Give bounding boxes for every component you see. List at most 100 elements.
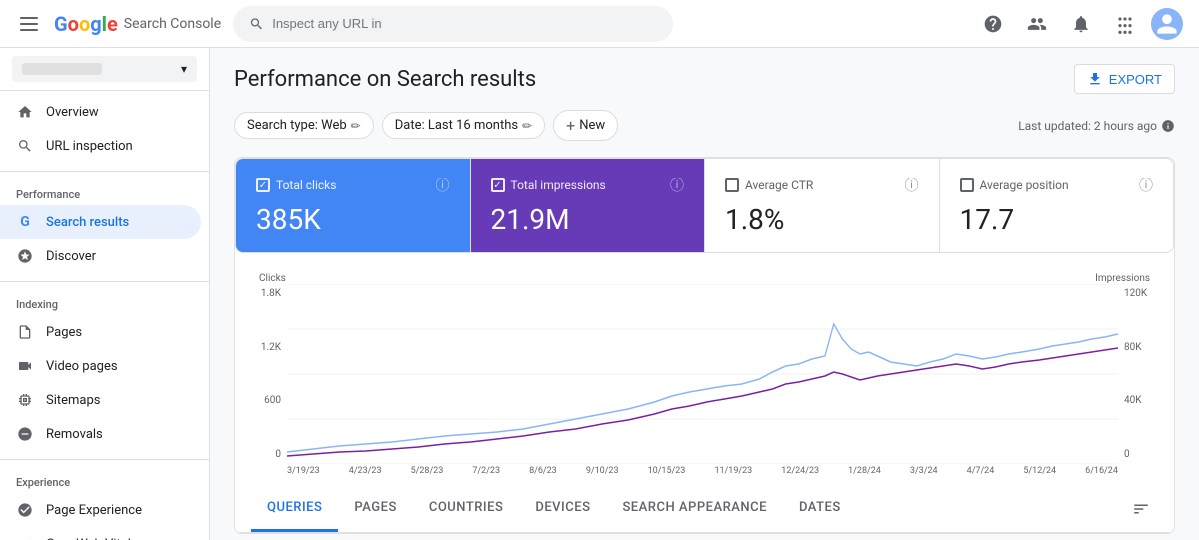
last-updated-text: Last updated: 2 hours ago (1018, 119, 1157, 133)
search-bar[interactable] (233, 6, 673, 42)
page-title: Performance on Search results (234, 67, 536, 92)
search-input[interactable] (272, 16, 657, 31)
main-layout: ▾ Overview URL inspection Performance G (0, 48, 1199, 540)
tab-devices[interactable]: DEVICES (519, 486, 606, 532)
checkbox-impressions (491, 178, 505, 192)
avatar[interactable] (1151, 8, 1183, 40)
chevron-down-icon: ▾ (181, 62, 187, 76)
search-icon (16, 137, 34, 155)
tab-pages[interactable]: PAGES (338, 486, 412, 532)
app-name: Search Console (124, 16, 221, 32)
checkbox-ctr (725, 178, 739, 192)
metrics-row: Total clicks ⓘ 385K Total impressions ⓘ … (235, 158, 1174, 253)
info-icon: ⓘ (1139, 175, 1153, 195)
chart-svg-container: 3/19/23 4/23/23 5/28/23 7/2/23 8/6/23 9/… (287, 284, 1118, 478)
y-axis-right: 120K 80K 40K 0 (1122, 284, 1158, 464)
tab-queries[interactable]: QUERIES (251, 486, 338, 532)
sidebar-item-label: Core Web Vitals (46, 537, 138, 540)
nav-overview-section: Overview URL inspection (0, 91, 209, 167)
sidebar: ▾ Overview URL inspection Performance G (0, 48, 210, 540)
section-title-indexing: Indexing (0, 290, 209, 315)
last-updated: Last updated: 2 hours ago (1018, 119, 1175, 133)
sidebar-item-label: Discover (46, 249, 96, 264)
metric-value-position: 17.7 (960, 203, 1154, 236)
nav-experience-section: Experience Page Experience Core Web Vita… (0, 464, 209, 540)
help-icon[interactable] (975, 6, 1011, 42)
sidebar-item-label: Overview (46, 105, 99, 120)
checkbox-clicks (256, 178, 270, 192)
sidebar-item-page-experience[interactable]: Page Experience (0, 493, 201, 527)
metric-value-clicks: 385K (256, 203, 450, 236)
users-icon[interactable] (1019, 6, 1055, 42)
property-dropdown[interactable]: ▾ (12, 56, 197, 82)
vitals-icon (16, 535, 34, 540)
menu-button[interactable] (16, 13, 42, 35)
metric-total-clicks[interactable]: Total clicks ⓘ 385K (236, 159, 471, 252)
google-logo: Google (54, 12, 118, 36)
chart-body: 1.8K 1.2K 600 0 (251, 284, 1158, 478)
sidebar-item-discover[interactable]: Discover (0, 239, 201, 273)
sidebar-item-label: Sitemaps (46, 393, 101, 408)
edit-icon: ✏ (351, 119, 361, 133)
tabs-row: QUERIES PAGES COUNTRIES DEVICES SEARCH A… (235, 486, 1174, 533)
x-axis-labels: 3/19/23 4/23/23 5/28/23 7/2/23 8/6/23 9/… (287, 464, 1118, 478)
sidebar-item-video-pages[interactable]: Video pages (0, 349, 201, 383)
sidebar-item-label: URL inspection (46, 139, 133, 154)
notifications-icon[interactable] (1063, 6, 1099, 42)
info-icon: ⓘ (436, 175, 450, 195)
search-type-label: Search type: Web (247, 118, 347, 133)
tab-search-appearance[interactable]: SEARCH APPEARANCE (606, 486, 783, 532)
page-header: Performance on Search results EXPORT (234, 64, 1175, 94)
sidebar-item-sitemaps[interactable]: Sitemaps (0, 383, 201, 417)
edit-icon: ✏ (522, 119, 532, 133)
export-button[interactable]: EXPORT (1074, 64, 1175, 94)
y-right-label: Impressions (1095, 273, 1150, 284)
checkbox-position (960, 178, 974, 192)
metric-average-position[interactable]: Average position ⓘ 17.7 (940, 159, 1174, 252)
date-filter[interactable]: Date: Last 16 months ✏ (382, 112, 545, 139)
tab-countries[interactable]: COUNTRIES (413, 486, 520, 532)
metric-label: Total clicks ⓘ (256, 175, 450, 195)
logo: Google Search Console (54, 12, 221, 36)
sidebar-item-label: Pages (46, 325, 82, 340)
tab-dates[interactable]: DATES (783, 486, 857, 532)
topbar: Google Search Console (0, 0, 1199, 48)
sidebar-item-overview[interactable]: Overview (0, 95, 201, 129)
metric-label: Average CTR ⓘ (725, 175, 919, 195)
export-label: EXPORT (1109, 72, 1162, 87)
sidebar-item-core-web-vitals[interactable]: Core Web Vitals (0, 527, 201, 540)
removals-icon (16, 425, 34, 443)
main-content: Performance on Search results EXPORT Sea… (210, 48, 1199, 540)
chart-container: Total clicks ⓘ 385K Total impressions ⓘ … (234, 157, 1175, 534)
experience-icon (16, 501, 34, 519)
chart-wrap: Clicks Impressions 1.8K 1.2K 600 0 (235, 269, 1174, 486)
info-icon: ⓘ (905, 175, 919, 195)
home-icon (16, 103, 34, 121)
nav-indexing-section: Indexing Pages Video pages Sitemaps (0, 286, 209, 455)
sidebar-item-label: Page Experience (46, 503, 142, 518)
sidebar-item-search-results[interactable]: G Search results (0, 205, 201, 239)
chart-axis-labels: Clicks Impressions (251, 269, 1158, 284)
new-label: New (579, 118, 605, 133)
search-type-filter[interactable]: Search type: Web ✏ (234, 112, 374, 139)
y-axis-left: 1.8K 1.2K 600 0 (251, 284, 283, 464)
filters-row: Search type: Web ✏ Date: Last 16 months … (234, 110, 1175, 141)
divider (0, 281, 209, 282)
sidebar-item-removals[interactable]: Removals (0, 417, 201, 451)
sidebar-item-pages[interactable]: Pages (0, 315, 201, 349)
plus-icon: + (566, 116, 575, 135)
date-label: Date: Last 16 months (395, 118, 518, 133)
new-filter-button[interactable]: + New (553, 110, 618, 141)
metric-value-ctr: 1.8% (725, 203, 919, 236)
property-selector: ▾ (0, 48, 209, 91)
metric-average-ctr[interactable]: Average CTR ⓘ 1.8% (705, 159, 940, 252)
filter-icon[interactable] (1124, 486, 1158, 532)
metric-value-impressions: 21.9M (491, 203, 685, 236)
search-icon (249, 16, 264, 32)
star-icon (16, 247, 34, 265)
sitemaps-icon (16, 391, 34, 409)
apps-icon[interactable] (1107, 6, 1143, 42)
sidebar-item-url-inspection[interactable]: URL inspection (0, 129, 201, 163)
info-icon: ⓘ (670, 175, 684, 195)
metric-total-impressions[interactable]: Total impressions ⓘ 21.9M (471, 159, 706, 252)
